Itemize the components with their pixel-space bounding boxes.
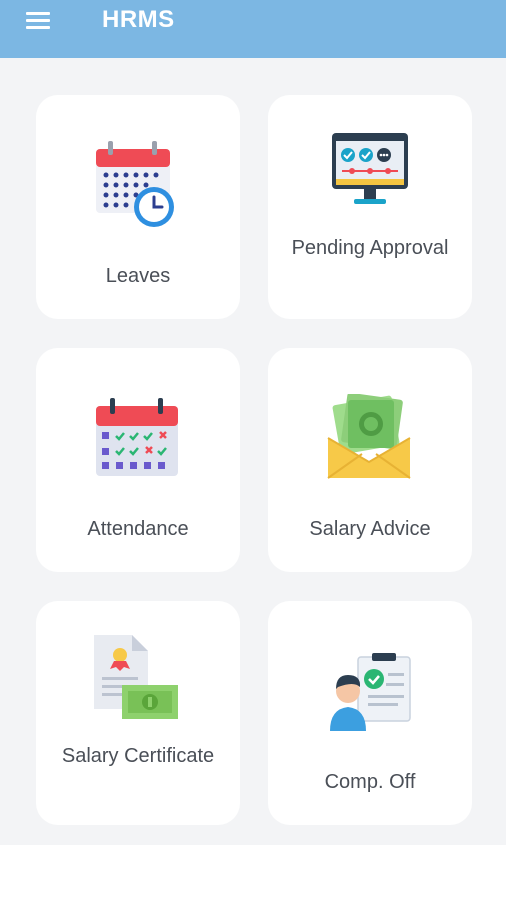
- calendar-clock-icon: [96, 141, 174, 227]
- tile-comp-off[interactable]: Comp. Off: [268, 601, 472, 825]
- hamburger-menu-button[interactable]: [22, 8, 56, 34]
- money-envelope-icon: [327, 394, 411, 479]
- tile-label: Comp. Off: [324, 771, 416, 793]
- tile-salary-certificate[interactable]: Salary Certificate: [36, 601, 240, 825]
- tile-label: Salary Certificate: [61, 745, 215, 767]
- app-bar: HRMS: [0, 0, 506, 58]
- menu-bar-icon: [26, 19, 50, 22]
- tile-label: Salary Advice: [309, 518, 431, 540]
- monitor-checklist-icon: [332, 133, 408, 204]
- tile-salary-advice[interactable]: Salary Advice: [268, 348, 472, 572]
- tile-attendance[interactable]: Attendance: [36, 348, 240, 572]
- tile-label: Leaves: [105, 265, 171, 287]
- tile-leaves[interactable]: Leaves: [36, 95, 240, 319]
- app-title: HRMS: [102, 6, 175, 33]
- certificate-cash-icon: [94, 635, 178, 719]
- menu-bar-icon: [26, 12, 50, 15]
- menu-bar-icon: [26, 26, 50, 29]
- tile-label: Pending Approval: [291, 237, 449, 259]
- tile-label: Attendance: [87, 518, 189, 540]
- employee-approval-icon: [330, 653, 411, 731]
- tile-pending-approval[interactable]: Pending Approval: [268, 95, 472, 319]
- attendance-calendar-icon: [96, 398, 178, 476]
- dashboard-grid: Leaves Pending Approval Attendance Salar…: [0, 58, 506, 845]
